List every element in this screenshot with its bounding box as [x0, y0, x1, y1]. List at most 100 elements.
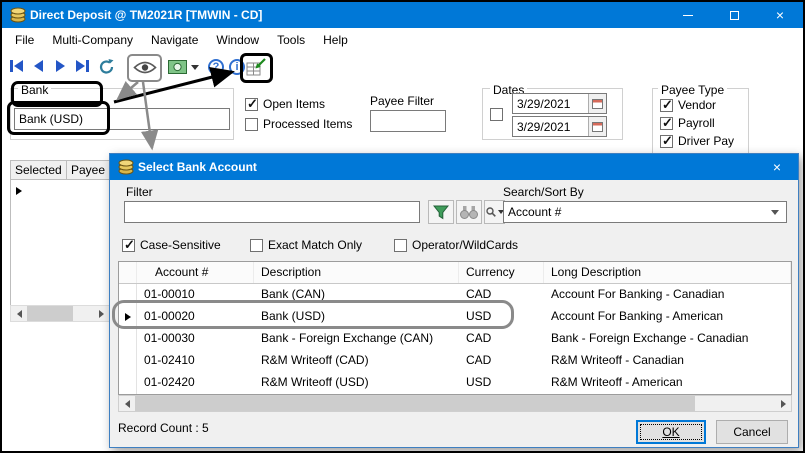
row-marker-icon	[125, 313, 131, 321]
dates-checkbox[interactable]	[490, 108, 503, 121]
wildcards-checkbox[interactable]: Operator/WildCards	[394, 238, 518, 252]
date-to-value: 3/29/2021	[517, 120, 570, 134]
view-bank-button[interactable]	[133, 60, 157, 75]
first-record-button[interactable]	[10, 60, 23, 72]
column-header-currency[interactable]: Currency	[459, 262, 544, 283]
search-sort-label: Search/Sort By	[503, 185, 584, 199]
open-items-label: Open Items	[263, 97, 325, 111]
search-sort-select[interactable]: Account #	[503, 201, 787, 223]
menu-file[interactable]: File	[6, 28, 43, 52]
import-export-button[interactable]	[246, 58, 267, 77]
scroll-right-button[interactable]	[93, 306, 109, 321]
case-sensitive-checkbox-box	[122, 239, 135, 252]
menu-window[interactable]: Window	[207, 28, 268, 52]
cell-account: 01-00010	[137, 284, 254, 306]
help-button[interactable]: ?	[208, 59, 224, 75]
processed-items-checkbox[interactable]: Processed Items	[245, 117, 352, 131]
app-icon	[10, 7, 26, 23]
cell-description: Bank (CAN)	[254, 284, 459, 306]
table-row-selected[interactable]: 01-00020 Bank (USD) USD Account For Bank…	[119, 306, 791, 328]
menu-navigate[interactable]: Navigate	[142, 28, 207, 52]
menu-help[interactable]: Help	[314, 28, 357, 52]
bank-field[interactable]: Bank (USD)	[14, 108, 230, 130]
find-button[interactable]	[456, 200, 482, 224]
main-grid-hscrollbar[interactable]	[10, 305, 110, 322]
scroll-right-button[interactable]	[775, 396, 791, 411]
refresh-button[interactable]	[98, 58, 116, 76]
dialog-close-button[interactable]: ×	[756, 154, 798, 180]
cell-description: R&M Writeoff (USD)	[254, 372, 459, 394]
cell-long-description: Account For Banking - American	[544, 306, 791, 328]
table-row[interactable]: 01-00010 Bank (CAN) CAD Account For Bank…	[119, 284, 791, 306]
scroll-left-button[interactable]	[11, 306, 27, 321]
dates-checkbox-box	[490, 108, 503, 121]
row-marker-cell	[119, 350, 137, 372]
apply-filter-button[interactable]	[428, 200, 454, 224]
table-row[interactable]: 01-02410 R&M Writeoff (CAD) CAD R&M Writ…	[119, 350, 791, 372]
dialog-icon	[118, 159, 134, 175]
payee-filter-input[interactable]	[370, 110, 446, 132]
column-header-description[interactable]: Description	[254, 262, 459, 283]
table-row[interactable]: 01-00030 Bank - Foreign Exchange (CAN) C…	[119, 328, 791, 350]
menu-tools[interactable]: Tools	[268, 28, 314, 52]
date-from-input[interactable]: 3/29/2021	[512, 93, 607, 114]
dialog-close-icon: ×	[773, 160, 781, 174]
scrollbar-thumb[interactable]	[135, 396, 695, 411]
row-marker-cell	[119, 328, 137, 350]
close-button[interactable]: ×	[757, 2, 803, 28]
filter-label: Filter	[126, 185, 153, 199]
driver-pay-checkbox[interactable]: Driver Pay	[660, 134, 734, 148]
magnifier-icon	[486, 207, 496, 217]
main-titlebar: Direct Deposit @ TM2021R [TMWIN - CD] ×	[2, 2, 803, 28]
exact-match-checkbox-box	[250, 239, 263, 252]
open-items-checkbox-box	[245, 98, 258, 111]
toolbar	[2, 52, 803, 86]
payroll-checkbox[interactable]: Payroll	[660, 116, 715, 130]
row-marker-cell	[119, 284, 137, 306]
cancel-button[interactable]: Cancel	[716, 420, 788, 444]
scroll-right-icon	[99, 310, 104, 318]
maximize-button[interactable]	[711, 2, 757, 28]
column-header-account[interactable]: Account #	[137, 262, 254, 283]
cell-description: R&M Writeoff (CAD)	[254, 350, 459, 372]
case-sensitive-checkbox[interactable]: Case-Sensitive	[122, 238, 221, 252]
table-hscrollbar[interactable]	[118, 395, 792, 412]
next-record-button[interactable]	[56, 60, 65, 72]
minimize-button[interactable]	[665, 2, 711, 28]
last-record-button[interactable]	[76, 60, 89, 72]
exact-match-checkbox[interactable]: Exact Match Only	[250, 238, 362, 252]
cell-long-description: R&M Writeoff - American	[544, 372, 791, 394]
open-items-checkbox[interactable]: Open Items	[245, 97, 325, 111]
payroll-label: Payroll	[678, 116, 715, 130]
eye-icon	[133, 60, 157, 75]
table-row[interactable]: 01-02420 R&M Writeoff (USD) USD R&M Writ…	[119, 372, 791, 394]
refresh-icon	[98, 58, 116, 76]
column-header-long-description[interactable]: Long Description	[544, 262, 791, 283]
cell-currency: CAD	[459, 328, 544, 350]
cell-long-description: Bank - Foreign Exchange - Canadian	[544, 328, 791, 350]
menu-multi-company[interactable]: Multi-Company	[43, 28, 142, 52]
date-to-calendar-button[interactable]	[588, 117, 606, 136]
cell-long-description: R&M Writeoff - Canadian	[544, 350, 791, 372]
search-sort-value: Account #	[508, 205, 561, 219]
payment-type-button[interactable]	[168, 60, 199, 74]
scrollbar-thumb[interactable]	[27, 306, 73, 321]
binoculars-icon	[459, 205, 479, 219]
column-header-selected[interactable]: Selected	[10, 160, 67, 180]
cell-account: 01-00020	[137, 306, 254, 328]
search-options-button[interactable]	[484, 200, 505, 224]
filter-input[interactable]	[124, 201, 420, 223]
info-button[interactable]: i	[229, 59, 245, 75]
ok-button[interactable]: OK	[636, 420, 706, 444]
cell-description: Bank (USD)	[254, 306, 459, 328]
scroll-left-button[interactable]	[119, 396, 135, 411]
bank-account-table: Account # Description Currency Long Desc…	[118, 261, 792, 395]
vendor-checkbox[interactable]: Vendor	[660, 98, 716, 112]
calendar-icon	[592, 98, 603, 109]
last-record-icon-arrow	[76, 60, 85, 72]
bank-field-value: Bank (USD)	[19, 112, 83, 126]
date-from-value: 3/29/2021	[517, 97, 570, 111]
date-to-input[interactable]: 3/29/2021	[512, 116, 607, 137]
date-from-calendar-button[interactable]	[588, 94, 606, 113]
previous-record-button[interactable]	[34, 60, 43, 72]
